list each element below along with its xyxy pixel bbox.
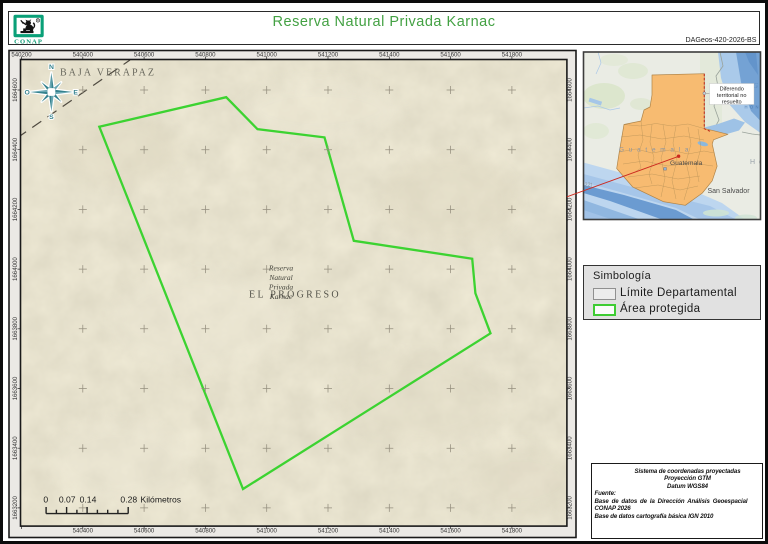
svg-text:541400: 541400 — [379, 52, 400, 59]
svg-text:CONAP: CONAP — [14, 38, 43, 45]
svg-text:1664000: 1664000 — [12, 257, 19, 281]
svg-text:Natural: Natural — [268, 273, 292, 282]
svg-text:541800: 541800 — [502, 52, 523, 59]
svg-text:N: N — [49, 64, 54, 71]
svg-text:Reserva: Reserva — [268, 264, 293, 273]
svg-text:1663800: 1663800 — [566, 316, 573, 340]
svg-text:BAJA VERAPAZ: BAJA VERAPAZ — [60, 68, 156, 79]
svg-text:Diferendo: Diferendo — [720, 87, 744, 93]
svg-text:1664400: 1664400 — [12, 137, 19, 161]
svg-text:1664200: 1664200 — [12, 197, 19, 221]
svg-text:0.14: 0.14 — [80, 494, 97, 504]
svg-text:540400: 540400 — [73, 52, 94, 59]
svg-text:H O N: H O N — [745, 105, 760, 110]
svg-text:EL PROGRESO: EL PROGRESO — [249, 290, 341, 301]
svg-text:Guatemala: Guatemala — [670, 160, 703, 167]
svg-text:G u a t e m a l a: G u a t e m a l a — [619, 147, 690, 154]
svg-text:1663400: 1663400 — [566, 436, 573, 460]
svg-text:541400: 541400 — [379, 528, 400, 535]
svg-text:1664200: 1664200 — [566, 197, 573, 221]
svg-text:1663800: 1663800 — [12, 316, 19, 340]
svg-text:1664000: 1664000 — [566, 257, 573, 281]
svg-text:541000: 541000 — [257, 528, 278, 535]
svg-text:541200: 541200 — [318, 52, 339, 59]
svg-text:0.07: 0.07 — [59, 494, 76, 504]
svg-text:1663200: 1663200 — [566, 495, 573, 519]
svg-text:H o: H o — [750, 159, 764, 166]
svg-text:resuelto: resuelto — [722, 100, 742, 106]
svg-text:1663400: 1663400 — [12, 436, 19, 460]
svg-text:1664600: 1664600 — [12, 78, 19, 102]
svg-text:540200: 540200 — [11, 52, 32, 59]
svg-text:Karnac: Karnac — [269, 292, 293, 301]
svg-text:0: 0 — [43, 494, 48, 504]
svg-text:541200: 541200 — [318, 528, 339, 535]
svg-text:1664600: 1664600 — [566, 78, 573, 102]
svg-text:R: R — [37, 19, 39, 23]
svg-text:1663600: 1663600 — [566, 376, 573, 400]
svg-text:541600: 541600 — [440, 528, 461, 535]
svg-text:1664400: 1664400 — [566, 137, 573, 161]
svg-text:540400: 540400 — [73, 528, 94, 535]
svg-text:541600: 541600 — [440, 52, 461, 59]
svg-text:Privada: Privada — [268, 283, 293, 292]
svg-text:1663600: 1663600 — [12, 376, 19, 400]
svg-text:0.28: 0.28 — [120, 494, 137, 504]
svg-text:E: E — [73, 90, 78, 97]
svg-text:S: S — [49, 114, 54, 121]
svg-text:540800: 540800 — [195, 52, 216, 59]
svg-text:540800: 540800 — [195, 528, 216, 535]
svg-text:540600: 540600 — [134, 52, 155, 59]
svg-text:1663200: 1663200 — [12, 495, 19, 519]
svg-text:territorial no: territorial no — [717, 93, 747, 99]
svg-text:540600: 540600 — [134, 528, 155, 535]
svg-text:O: O — [25, 90, 30, 97]
svg-text:541000: 541000 — [257, 52, 278, 59]
svg-text:Kilómetros: Kilómetros — [141, 494, 182, 504]
svg-text:San Salvador: San Salvador — [708, 188, 751, 195]
svg-text:541800: 541800 — [502, 528, 523, 535]
